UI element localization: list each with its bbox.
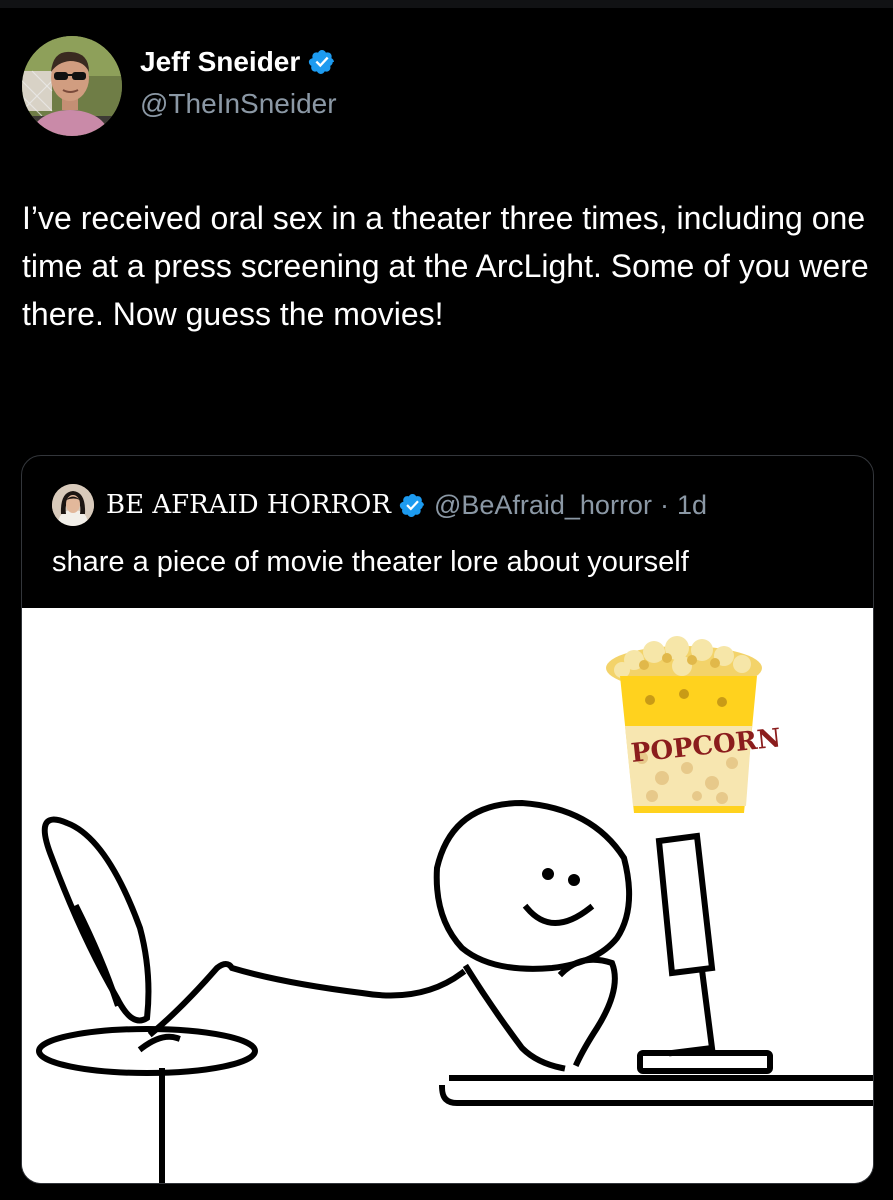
figure-eye-right <box>568 874 580 886</box>
tweet-text: I’ve received oral sex in a theater thre… <box>22 200 869 332</box>
top-edge <box>0 0 893 8</box>
quoted-tweet-image[interactable]: POPCORN <box>22 608 873 1183</box>
quoted-author-handle[interactable]: @BeAfraid_horror <box>434 490 652 521</box>
quoted-tweet-text: share a piece of movie theater lore abou… <box>52 546 689 578</box>
stick-figure-popcorn-meme: POPCORN <box>22 608 873 1183</box>
author-avatar-photo <box>22 36 122 136</box>
author-name[interactable]: Jeff Sneider <box>140 46 300 78</box>
quoted-tweet-header: BE AFRAID HORROR @BeAfraid_horror · 1d <box>52 484 707 526</box>
quoted-author-avatar[interactable] <box>52 484 94 526</box>
quoted-verified-badge-icon <box>399 493 424 517</box>
quoted-timestamp[interactable]: 1d <box>677 490 707 521</box>
quoted-tweet-card[interactable]: BE AFRAID HORROR @BeAfraid_horror · 1d s… <box>21 455 874 1184</box>
quoted-author-name[interactable]: BE AFRAID HORROR <box>106 490 391 520</box>
author-handle[interactable]: @TheInSneider <box>140 88 337 120</box>
figure-eye-left <box>542 868 554 880</box>
author-avatar[interactable] <box>22 36 122 136</box>
quoted-separator: · <box>659 489 669 520</box>
verified-badge-icon <box>309 50 335 74</box>
author-name-row[interactable]: Jeff Sneider <box>140 46 336 78</box>
quoted-author-avatar-photo <box>52 484 94 526</box>
